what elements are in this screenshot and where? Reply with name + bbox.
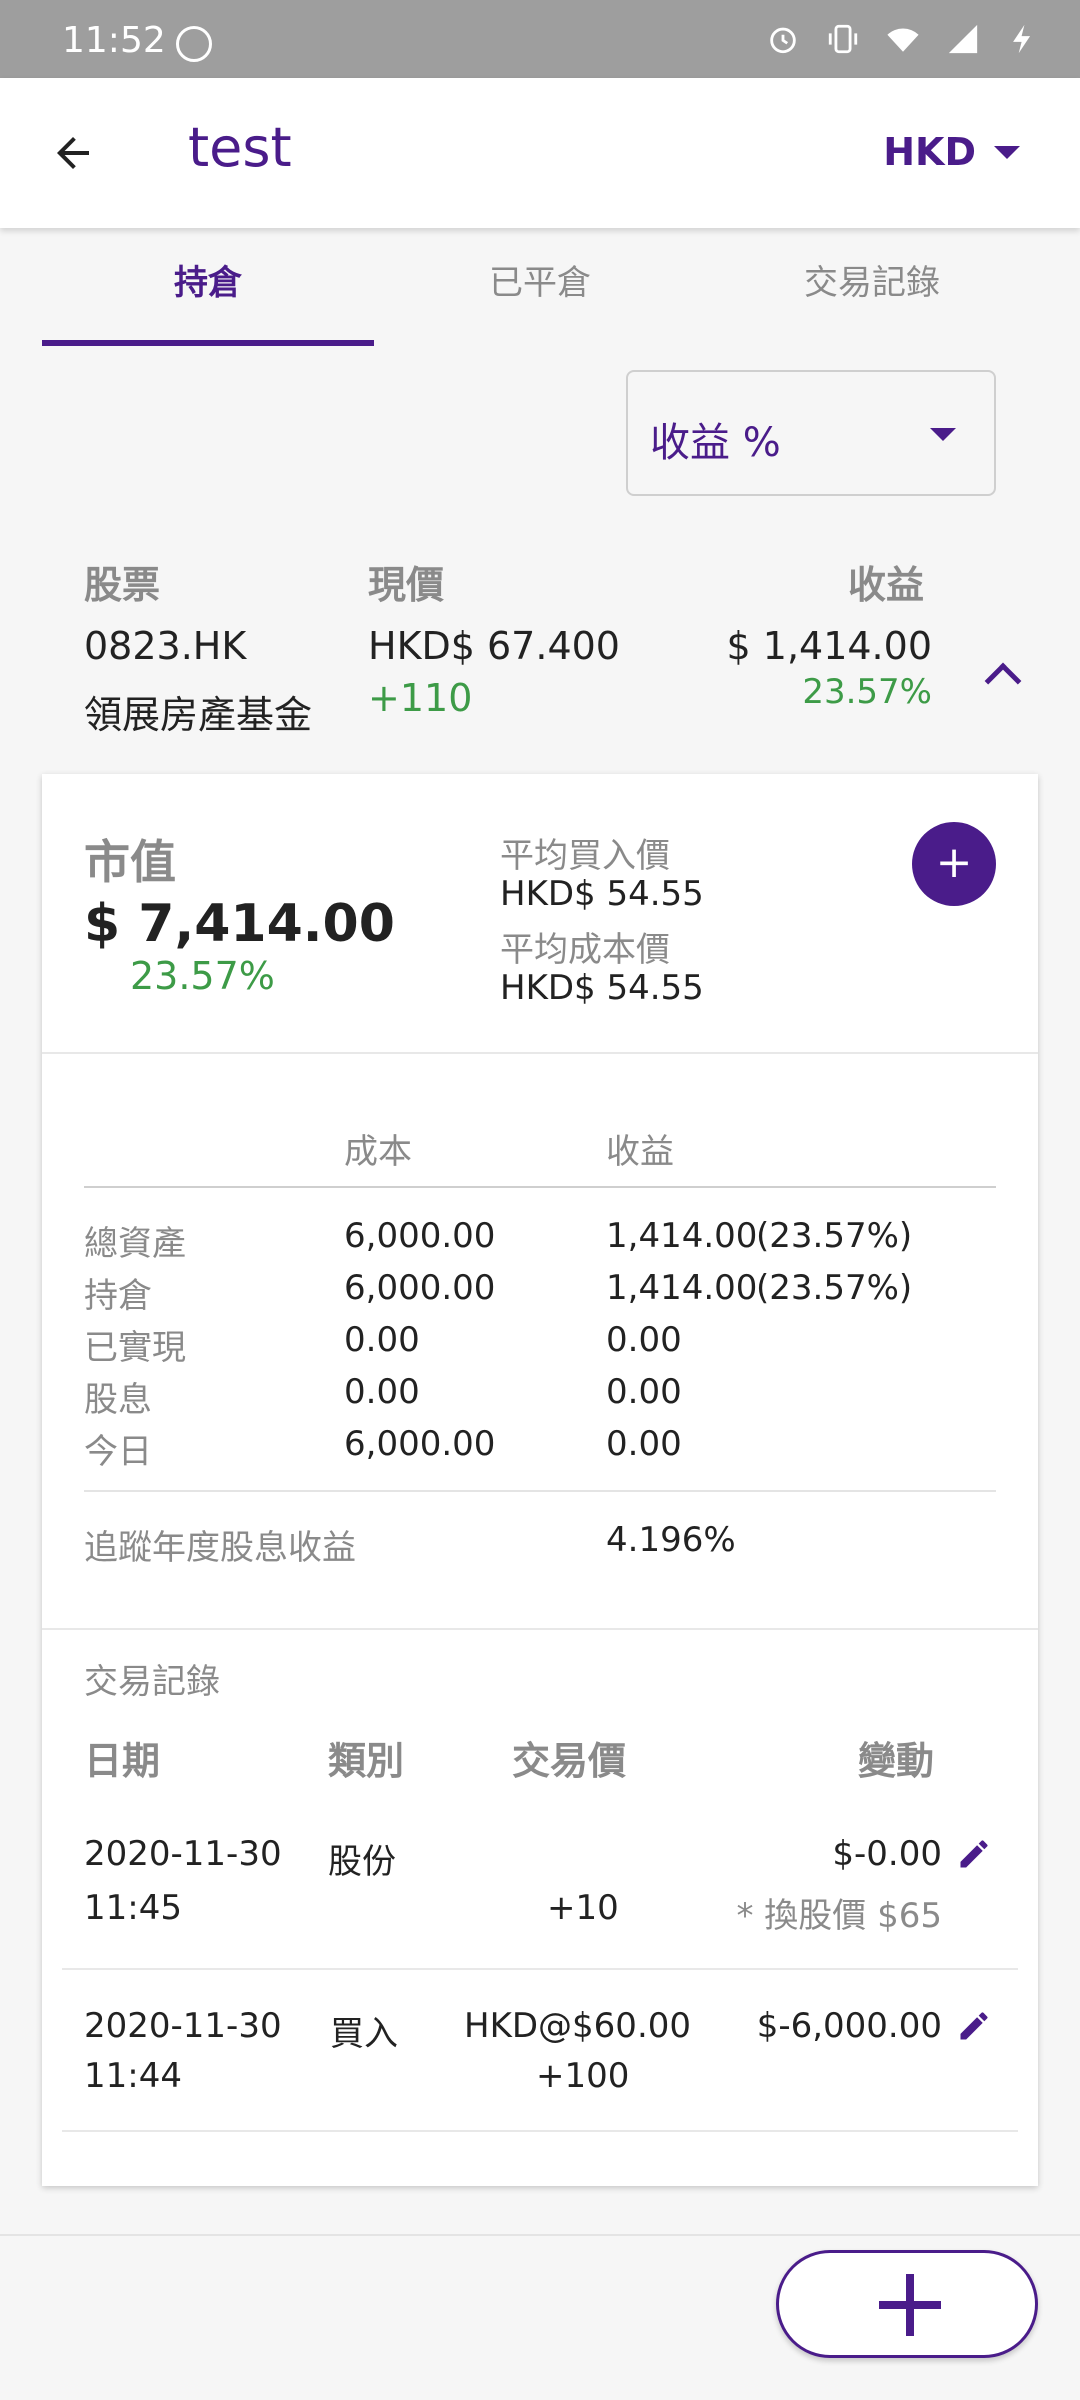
divider [62, 1968, 1018, 1970]
divider [42, 1052, 1038, 1054]
divider [42, 1628, 1038, 1630]
row-cost: 0.00 [344, 1372, 420, 1412]
sort-select-value: 收益 % [650, 420, 781, 466]
row-cost: 6,000.00 [344, 1216, 496, 1256]
divider [62, 2130, 1018, 2132]
avg-cost-label: 平均成本價 [500, 930, 670, 970]
tab-indicator [42, 340, 374, 346]
signal-icon [948, 24, 978, 54]
table-divider [84, 1490, 996, 1492]
stock-name: 領展房產基金 [84, 693, 313, 737]
holding-detail-card: 市值 $ 7,414.00 23.57% 平均買入價 HKD$ 54.55 平均… [42, 774, 1038, 2186]
edit-icon[interactable] [956, 2008, 992, 2044]
whatsapp-icon [176, 26, 212, 62]
alarm-icon [770, 27, 796, 54]
tx-time: 11:44 [84, 2056, 182, 2096]
tx-qty: +100 [536, 2056, 630, 2096]
row-gain: 1,414.00 [606, 1216, 758, 1256]
row-label: 已實現 [84, 1328, 186, 1368]
battery-charging-icon [1013, 24, 1031, 54]
row-gain: 0.00 [606, 1320, 682, 1360]
tx-date: 2020-11-30 [84, 1834, 282, 1874]
transactions-section-label: 交易記錄 [84, 1662, 220, 1702]
wifi-icon [887, 28, 919, 52]
header-stock: 股票 [84, 563, 161, 607]
market-value-label: 市值 [84, 835, 176, 889]
avg-cost-value: HKD$ 54.55 [500, 968, 704, 1008]
tab-bar: 持倉 已平倉 交易記錄 [0, 228, 1080, 348]
page-title: test [188, 116, 292, 179]
add-transaction-button[interactable]: + [912, 822, 996, 906]
stock-code: 0823.HK [84, 624, 247, 668]
table-divider [84, 1186, 996, 1188]
status-icons [766, 22, 1040, 56]
currency-selector[interactable]: HKD [883, 130, 1020, 174]
market-value: $ 7,414.00 [84, 894, 395, 954]
tx-change: $-6,000.00 [756, 2006, 942, 2046]
app-bar: test HKD [0, 78, 1080, 228]
stock-price: HKD$ 67.400 [368, 624, 620, 668]
row-gain: 0.00 [606, 1372, 682, 1412]
row-gain-pct: (23.57%) [756, 1268, 913, 1308]
tx-date: 2020-11-30 [84, 2006, 282, 2046]
tx-type: 股份 [328, 1842, 396, 1882]
tx-price: HKD@$60.00 [464, 2006, 692, 2046]
tx-note: * 換股價 $65 [736, 1896, 942, 1936]
col-cost-header: 成本 [344, 1132, 412, 1172]
edit-icon[interactable] [956, 1836, 992, 1872]
row-gain: 1,414.00 [606, 1268, 758, 1308]
currency-label: HKD [883, 130, 976, 174]
dividend-yield-value: 4.196% [606, 1520, 736, 1560]
row-gain-pct: (23.57%) [756, 1216, 913, 1256]
tx-header-price: 交易價 [512, 1739, 627, 1783]
header-price: 現價 [368, 563, 445, 607]
avg-buy-label: 平均買入價 [500, 836, 670, 876]
tab-transactions[interactable]: 交易記錄 [706, 228, 1038, 348]
add-button[interactable] [776, 2250, 1038, 2358]
row-label: 總資產 [84, 1224, 186, 1264]
tab-holdings[interactable]: 持倉 [42, 228, 374, 348]
status-time: 11:52 [62, 20, 166, 61]
market-value-pct: 23.57% [130, 954, 275, 998]
avg-buy-value: HKD$ 54.55 [500, 874, 704, 914]
row-cost: 6,000.00 [344, 1424, 496, 1464]
tx-change: $-0.00 [832, 1834, 942, 1874]
tx-header-date: 日期 [84, 1739, 161, 1783]
tx-time: 11:45 [84, 1888, 182, 1928]
row-gain: 0.00 [606, 1424, 682, 1464]
back-button[interactable] [40, 120, 106, 186]
stock-quantity-change: +110 [368, 676, 473, 720]
tab-closed[interactable]: 已平倉 [374, 228, 706, 348]
row-label: 股息 [84, 1380, 152, 1420]
col-gain-header: 收益 [606, 1132, 674, 1172]
tx-header-type: 類別 [328, 1739, 405, 1783]
caret-down-icon [994, 145, 1020, 159]
row-label: 今日 [84, 1432, 152, 1472]
tx-qty: +10 [547, 1888, 619, 1928]
row-cost: 0.00 [344, 1320, 420, 1360]
arrow-left-icon [57, 137, 89, 169]
caret-down-icon [930, 428, 956, 441]
dividend-yield-label: 追蹤年度股息收益 [84, 1528, 356, 1568]
tx-header-change: 變動 [858, 1739, 935, 1783]
plus-icon [906, 2274, 914, 2336]
row-label: 持倉 [84, 1276, 152, 1316]
chevron-up-icon[interactable] [984, 662, 1022, 700]
stock-gain: $ 1,414.00 [726, 624, 932, 668]
header-gain: 收益 [848, 563, 925, 607]
vibrate-icon [828, 24, 858, 54]
stock-gain-pct: 23.57% [802, 672, 932, 712]
row-cost: 6,000.00 [344, 1268, 496, 1308]
sort-select[interactable]: 收益 % [626, 370, 996, 496]
status-bar: 11:52 [0, 0, 1080, 78]
tx-type: 買入 [330, 2014, 398, 2054]
